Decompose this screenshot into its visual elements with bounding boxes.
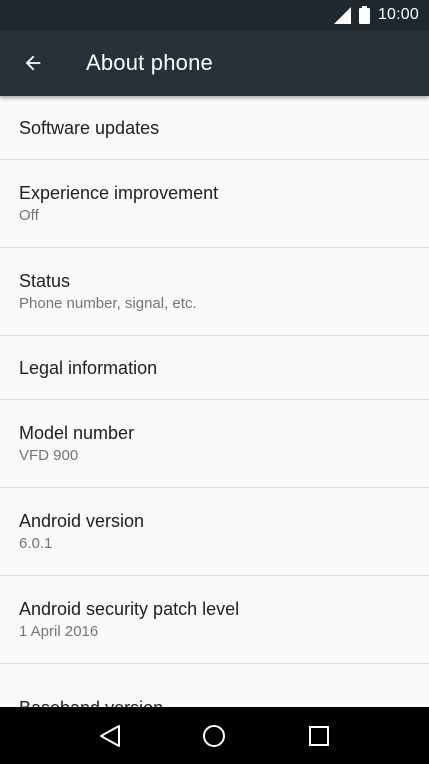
item-title: Experience improvement — [19, 183, 219, 203]
item-title: Android security patch level — [19, 599, 240, 619]
settings-item-status[interactable]: Status Phone number, signal, etc. — [0, 248, 429, 336]
item-title: Model number — [19, 423, 135, 443]
item-summary: 6.0.1 — [19, 535, 53, 552]
item-title: Status — [19, 271, 71, 291]
settings-item-legal-information[interactable]: Legal information — [0, 336, 429, 400]
nav-recents-button[interactable] — [299, 716, 339, 756]
status-time: 10:00 — [377, 6, 419, 23]
screen: 10:00 About phone Software updates Exper… — [0, 0, 429, 764]
item-title: Legal information — [19, 357, 158, 378]
arrow-left-icon — [25, 55, 41, 71]
page-title: About phone — [86, 50, 213, 75]
item-summary: Phone number, signal, etc. — [19, 295, 197, 312]
navigation-bar — [0, 707, 429, 764]
item-summary: Off — [19, 207, 39, 224]
back-triangle-icon — [100, 724, 121, 747]
settings-item-experience-improvement[interactable]: Experience improvement Off — [0, 160, 429, 248]
settings-item-android-version[interactable]: Android version 6.0.1 — [0, 488, 429, 576]
recents-square-icon — [308, 725, 329, 746]
settings-item-software-updates[interactable]: Software updates — [0, 96, 429, 160]
battery-icon — [358, 6, 370, 24]
nav-home-button[interactable] — [194, 716, 234, 756]
settings-item-security-patch-level[interactable]: Android security patch level 1 April 201… — [0, 576, 429, 664]
nav-back-button[interactable] — [90, 716, 130, 756]
back-button[interactable] — [0, 30, 68, 96]
signal-icon — [333, 6, 351, 24]
item-title: Android version — [19, 511, 145, 531]
item-title: Software updates — [19, 117, 160, 138]
item-summary: 1 April 2016 — [19, 623, 99, 640]
toolbar: About phone — [0, 30, 429, 96]
home-circle-icon — [203, 724, 226, 747]
item-summary: VFD 900 — [19, 447, 79, 464]
settings-list: Software updates Experience improvement … — [0, 96, 429, 752]
settings-item-model-number[interactable]: Model number VFD 900 — [0, 400, 429, 488]
status-bar: 10:00 — [0, 0, 429, 30]
